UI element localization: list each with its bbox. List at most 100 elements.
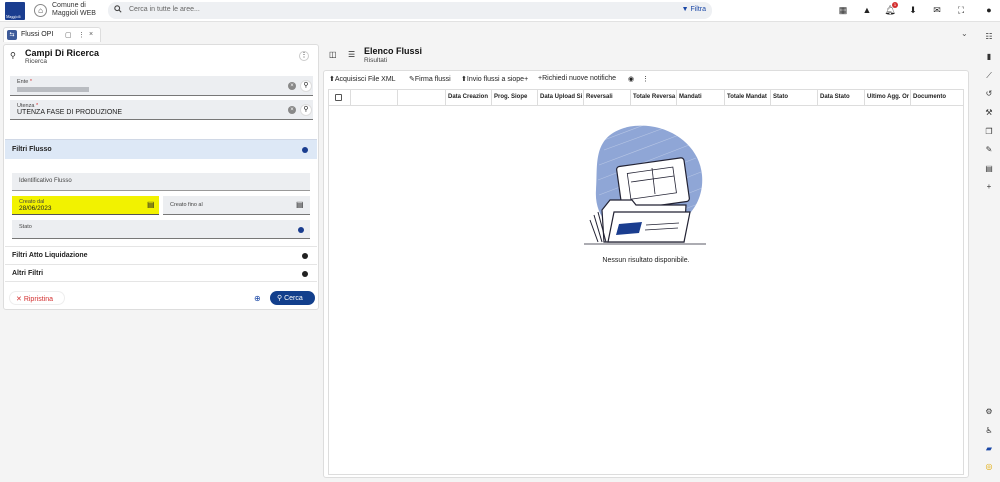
column-header[interactable]: Totale Reversa	[631, 90, 677, 105]
tools-icon[interactable]: ⚒	[983, 107, 995, 119]
gear-icon[interactable]: ⚙	[983, 406, 995, 418]
section-filtri-flusso[interactable]: Filtri Flusso	[5, 139, 317, 159]
close-tab-icon[interactable]: ×	[89, 31, 93, 38]
column-header[interactable]: Data Creazion	[446, 90, 492, 105]
close-icon: ✕	[16, 296, 24, 303]
chevron-down-icon[interactable]: ⌄	[961, 29, 968, 38]
column-header[interactable]: Reversali	[584, 90, 631, 105]
calendar-icon[interactable]: ▤	[296, 200, 304, 209]
history-icon[interactable]: ↺	[983, 88, 995, 100]
section-title: Filtri Flusso	[12, 146, 52, 153]
apps-grid-icon[interactable]: ▦	[837, 4, 849, 17]
panel-subtitle: Ricerca	[25, 58, 48, 65]
column-header[interactable]: Stato	[771, 90, 818, 105]
ente-label-text: Ente	[17, 79, 29, 85]
comune-line1: Comune di	[52, 2, 86, 9]
column-header[interactable]: Documento	[911, 90, 963, 105]
column-header[interactable]: Data Stato	[818, 90, 865, 105]
column-header[interactable]: Mandati	[677, 90, 725, 105]
maggioli-logo[interactable]: Maggioli	[5, 2, 25, 20]
table-header: Data Creazion Prog. Siope Data Upload Si…	[329, 90, 963, 106]
search-input[interactable]: Cerca in tutte le aree...	[129, 6, 200, 13]
clear-icon[interactable]: ×	[288, 106, 296, 114]
accessibility-icon[interactable]: ♿︎	[983, 425, 995, 437]
identificativo-flusso-field[interactable]: Identificativo Flusso	[12, 173, 310, 191]
lookup-search-icon[interactable]: ⚲	[300, 104, 312, 116]
comune-name[interactable]: Comune di Maggioli WEB	[52, 2, 104, 18]
comune-line2: Maggioli WEB	[52, 10, 96, 17]
support-icon[interactable]: ◎	[983, 461, 995, 473]
ripristina-label: Ripristina	[23, 296, 53, 303]
collapse-icon[interactable]	[302, 147, 308, 153]
invio-button[interactable]: ⬆Invio flussi a siope+	[461, 75, 528, 83]
filter-label: Filtra	[690, 6, 706, 13]
checklist-icon[interactable]: ☷	[983, 31, 995, 43]
document-icon[interactable]: ▤	[983, 163, 995, 175]
copy-icon[interactable]: ❐	[983, 126, 995, 138]
cerca-button[interactable]: ⚲ Cerca	[270, 291, 315, 305]
book-icon[interactable]: ▮	[983, 51, 995, 63]
creato-fino-al-field[interactable]: Creato fino al ▤	[163, 196, 310, 215]
download-icon[interactable]: ⬇	[907, 4, 919, 17]
empty-message: Nessun risultato disponibile.	[602, 257, 690, 264]
acquisisci-label: Acquisisci File XML	[334, 76, 396, 83]
section-title: Filtri Atto Liquidazione	[12, 252, 88, 259]
tab-label: Flussi OPI	[21, 31, 54, 38]
cerca-label: Cerca	[284, 295, 303, 302]
column-header[interactable]: Prog. Siope	[492, 90, 538, 105]
tab-menu-icon[interactable]: ⋮	[78, 31, 85, 39]
ente-value-redacted	[17, 87, 89, 92]
column-blank-2	[398, 90, 446, 105]
stato-select[interactable]: Stato	[12, 220, 310, 239]
trend-icon[interactable]: ⟋	[983, 70, 995, 82]
add-icon[interactable]: +	[983, 181, 995, 193]
more-options-icon[interactable]: ⋮	[299, 51, 309, 61]
creato-fino-label: Creato fino al	[170, 202, 203, 208]
stato-label: Stato	[19, 224, 32, 230]
home-icon[interactable]: ⌂	[34, 4, 47, 17]
ripristina-button[interactable]: ✕ Ripristina	[9, 291, 65, 305]
column-header[interactable]: Totale Mandat	[725, 90, 771, 105]
bell-icon[interactable]: 🔔︎ 1	[884, 2, 898, 17]
column-header[interactable]: Data Upload Si	[538, 90, 584, 105]
global-search[interactable]: Cerca in tutte le aree... ▼ Filtra	[108, 2, 712, 19]
more-options-icon[interactable]: ⋮	[642, 75, 649, 83]
toggle-panel-icon[interactable]: ◫	[329, 50, 337, 59]
creato-dal-field[interactable]: Creato dal 28/06/2023 ▤	[12, 196, 159, 215]
search-icon	[114, 5, 122, 15]
section-filtri-atto-liquidazione[interactable]: Filtri Atto Liquidazione	[5, 246, 317, 264]
richiedi-button[interactable]: +Richiedi nuove notifiche	[538, 75, 616, 82]
lookup-search-icon[interactable]: ⚲	[300, 80, 312, 92]
zoom-search-icon[interactable]: ⊕	[254, 294, 261, 303]
firma-button[interactable]: ✎Firma flussi	[409, 75, 451, 83]
eye-icon[interactable]: ◉	[628, 75, 634, 83]
account-icon[interactable]: ●	[983, 4, 995, 17]
ente-field[interactable]: Ente * × ⚲	[10, 76, 313, 96]
acquisisci-button[interactable]: ⬆Acquisisci File XML	[329, 75, 396, 83]
bookmark-icon[interactable]: ▢	[65, 31, 72, 39]
column-blank-1	[351, 90, 398, 105]
fullscreen-icon[interactable]: ⛶	[955, 4, 967, 17]
chat-icon[interactable]: ▰	[983, 443, 995, 455]
clear-icon[interactable]: ×	[288, 82, 296, 90]
required-mark: *	[29, 79, 32, 85]
expand-icon[interactable]	[302, 253, 308, 259]
calendar-icon[interactable]: ▤	[147, 200, 155, 209]
filter-button[interactable]: ▼ Filtra	[682, 6, 706, 13]
flussi-opi-icon: ⇆	[7, 30, 17, 40]
invio-label: Invio flussi a siope+	[466, 76, 529, 83]
expand-icon[interactable]	[302, 271, 308, 277]
richiedi-label: Richiedi nuove notifiche	[542, 75, 617, 82]
section-altri-filtri[interactable]: Altri Filtri	[5, 264, 317, 282]
utenza-field[interactable]: Utenza * UTENZA FASE DI PRODUZIONE × ⚲	[10, 100, 313, 120]
notification-badge: 1	[892, 2, 898, 8]
dropdown-icon[interactable]	[298, 227, 304, 233]
tab-flussi-opi[interactable]: ⇆ Flussi OPI ▢ ⋮ ×	[3, 27, 101, 42]
column-header[interactable]: Ultimo Agg. Or	[865, 90, 911, 105]
logo-text: Maggioli	[6, 14, 21, 19]
warning-icon[interactable]: ▲	[861, 4, 873, 17]
panel-title: Campi Di Ricerca	[25, 48, 100, 58]
select-all-checkbox[interactable]	[329, 90, 351, 105]
mail-icon[interactable]: ✉	[931, 4, 943, 17]
edit-doc-icon[interactable]: ✎	[983, 144, 995, 156]
